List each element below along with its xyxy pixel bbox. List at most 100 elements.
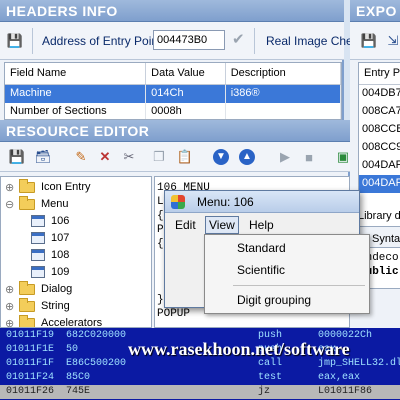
tree-item-label: Icon Entry — [41, 181, 91, 193]
address-label: Address of Entry Point: — [42, 34, 165, 48]
tree-item-label: String — [41, 300, 70, 312]
exports-toolbar: 💾 ⇲ — [350, 22, 400, 60]
save-icon[interactable]: 💾 — [360, 32, 378, 50]
export-entry: 008CCB — [359, 121, 400, 139]
window-title: Menu: 106 — [197, 195, 254, 209]
headers-toolbar: 💾 Address of Entry Point: 004473B0 ✔ Rea… — [0, 22, 353, 60]
disasm-address: 01011F26 — [6, 386, 55, 397]
folder-icon — [19, 297, 35, 312]
menu-resource-icon — [31, 215, 45, 227]
resource-editor-title: RESOURCE EDITOR — [0, 120, 350, 142]
table-row[interactable]: Number of Sections 0008h — [5, 103, 341, 119]
address-input[interactable]: 004473B0 — [153, 30, 225, 50]
tree-item-accelerators[interactable]: ⊕ Accelerators — [5, 314, 103, 328]
tree-item-menu[interactable]: ⊖ Menu — [5, 195, 69, 212]
headers-title: HEADERS INFO — [0, 0, 344, 22]
menu-view[interactable]: View — [205, 216, 239, 234]
disasm-opcode: test — [258, 372, 283, 383]
save-icon[interactable]: 💾 — [6, 32, 24, 50]
save-all-icon[interactable]: 🗃 — [34, 148, 52, 166]
disasm-bytes: 85C0 — [66, 372, 91, 383]
menu-edit[interactable]: Edit — [175, 218, 196, 232]
disasm-row[interactable]: 01011F26 745E jz L01011F86 — [0, 385, 400, 399]
export-entry: 004DAF — [359, 175, 400, 193]
cell-desc — [226, 103, 341, 119]
watermark: www.rasekhoon.net/software — [128, 339, 350, 359]
column-data-value[interactable]: Data Value — [146, 63, 226, 84]
tree-item-label: 107 — [51, 232, 70, 244]
folder-icon — [19, 178, 35, 193]
menu-resource-icon — [31, 232, 45, 244]
exports-grid: Entry Po 004DB7 008CA7 008CCB 008CC9 004… — [358, 62, 400, 227]
headers-panel: HEADERS INFO 💾 Address of Entry Point: 0… — [0, 0, 353, 120]
copy-icon[interactable]: ❐ — [150, 148, 168, 166]
resource-tree: ⊕ Icon Entry ⊖ Menu 106 107 108 109 ⊕ Dialo… — [0, 176, 152, 328]
library-label: Library d — [358, 210, 400, 222]
paste-icon[interactable]: 📋 — [176, 148, 194, 166]
export-entry: 004DAF — [359, 157, 400, 175]
exports-grid-header: Entry Po — [359, 63, 400, 85]
tree-item-label: Accelerators — [41, 317, 103, 328]
menu-separator — [233, 285, 365, 286]
stop-icon[interactable]: ■ — [300, 148, 318, 166]
export-entry: 008CA7 — [359, 103, 400, 121]
tree-item-dialog[interactable]: ⊕ Dialog — [5, 280, 72, 297]
disasm-opcode: jz — [258, 386, 271, 397]
menu-resource-icon — [31, 249, 45, 261]
menu-help[interactable]: Help — [249, 218, 274, 232]
tree-item-icon-entry[interactable]: ⊕ Icon Entry — [5, 178, 91, 195]
cell-value: 014Ch — [146, 85, 226, 103]
disasm-address: 01011F19 — [6, 330, 55, 341]
compile-icon[interactable]: ▣ — [334, 148, 352, 166]
list-item[interactable]: 008CA7 — [359, 103, 400, 121]
folder-icon — [19, 314, 35, 327]
app-logo-icon — [171, 195, 185, 209]
move-up-icon[interactable]: ▲ — [238, 148, 256, 166]
tree-item-string[interactable]: ⊕ String — [5, 297, 70, 314]
export-entry: 004DB7 — [359, 85, 400, 103]
disasm-operand: L01011F86 — [318, 386, 373, 397]
list-item[interactable]: 004DB7 — [359, 85, 400, 103]
real-image-checksum-label[interactable]: Real Image Che — [266, 34, 353, 48]
disasm-address: 01011F1F — [6, 358, 55, 369]
cut-icon[interactable]: ✂ — [120, 148, 138, 166]
column-entry-point[interactable]: Entry Po — [359, 63, 400, 84]
run-icon[interactable]: ▶ — [276, 148, 294, 166]
tree-item-label: 109 — [51, 266, 70, 278]
syntax-group-label: Synta — [372, 233, 400, 245]
tree-item-107[interactable]: 107 — [31, 230, 69, 246]
list-item[interactable]: 008CCB — [359, 121, 400, 139]
export-icon[interactable]: ⇲ — [384, 32, 400, 50]
headers-grid-header: Field Name Data Value Description — [5, 63, 341, 85]
menu-item-standard[interactable]: Standard — [237, 241, 286, 255]
check-icon[interactable]: ✔ — [232, 30, 245, 48]
cell-field: Number of Sections — [5, 103, 147, 119]
delete-icon[interactable]: ✕ — [96, 148, 114, 166]
list-item[interactable]: 004DAF — [359, 157, 400, 175]
menu-item-scientific[interactable]: Scientific — [237, 263, 285, 277]
menu-bar: Edit View Help — [165, 214, 359, 236]
disasm-bytes: 50 — [66, 344, 79, 355]
toolbar-divider — [32, 28, 33, 54]
list-item[interactable]: 004DAF — [359, 175, 400, 193]
cell-desc: i386® — [226, 85, 341, 103]
tree-item-109[interactable]: 109 — [31, 264, 69, 280]
save-icon[interactable]: 💾 — [8, 148, 26, 166]
column-description[interactable]: Description — [226, 63, 341, 84]
tree-item-106[interactable]: 106 — [31, 213, 69, 229]
resource-toolbar: 💾 🗃 ✎ ✕ ✂ ❐ 📋 ▼ ▲ ▶ ■ ▣ — [0, 142, 350, 172]
disasm-bytes: E86C500200 — [66, 358, 127, 369]
move-down-icon[interactable]: ▼ — [212, 148, 230, 166]
edit-resource-icon[interactable]: ✎ — [72, 148, 90, 166]
column-field-name[interactable]: Field Name — [5, 63, 147, 84]
disasm-row[interactable]: 01011F24 85C0 test eax,eax — [0, 371, 400, 385]
menu-item-digit-grouping[interactable]: Digit grouping — [237, 293, 311, 307]
list-item[interactable]: 008CC9 — [359, 139, 400, 157]
headers-grid: Field Name Data Value Description Machin… — [4, 62, 342, 120]
disasm-bytes: 682C020000 — [66, 330, 127, 341]
disasm-bytes: 745E — [66, 386, 91, 397]
table-row[interactable]: Machine 014Ch i386® — [5, 85, 341, 103]
cell-field: Machine — [5, 85, 147, 103]
tree-item-108[interactable]: 108 — [31, 247, 69, 263]
window-titlebar[interactable]: Menu: 106 — [165, 191, 359, 213]
